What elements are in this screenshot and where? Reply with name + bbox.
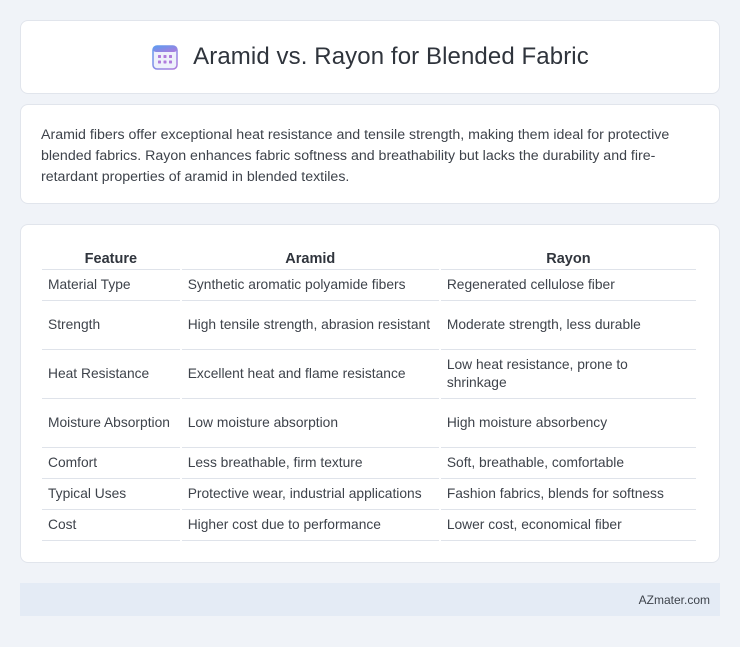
aramid-cell: Excellent heat and flame resistance xyxy=(181,350,439,399)
intro-card: Aramid fibers offer exceptional heat res… xyxy=(20,104,720,204)
intro-paragraph: Aramid fibers offer exceptional heat res… xyxy=(41,127,670,185)
aramid-cell: Less breathable, firm texture xyxy=(181,448,439,479)
rayon-cell: Soft, breathable, comfortable xyxy=(440,448,696,479)
footer-bar: AZmater.com xyxy=(20,583,720,616)
table-row: Strength High tensile strength, abrasion… xyxy=(42,301,696,350)
feature-cell: Material Type xyxy=(42,270,180,301)
feature-cell: Typical Uses xyxy=(42,479,180,510)
table-row: Moisture Absorption Low moisture absorpt… xyxy=(42,399,696,448)
rayon-cell: Regenerated cellulose fiber xyxy=(440,270,696,301)
feature-cell: Comfort xyxy=(42,448,180,479)
rayon-cell: Moderate strength, less durable xyxy=(440,301,696,350)
title-card: Aramid vs. Rayon for Blended Fabric xyxy=(20,20,720,94)
aramid-cell: High tensile strength, abrasion resistan… xyxy=(181,301,439,350)
title-wrap: Aramid vs. Rayon for Blended Fabric xyxy=(151,43,589,71)
rayon-cell: Lower cost, economical fiber xyxy=(440,510,696,541)
rayon-cell: Fashion fabrics, blends for softness xyxy=(440,479,696,510)
rayon-cell: Low heat resistance, prone to shrinkage xyxy=(440,350,696,399)
aramid-cell: Higher cost due to performance xyxy=(181,510,439,541)
footer-brand[interactable]: AZmater.com xyxy=(639,593,710,607)
calendar-grid-icon xyxy=(152,45,178,70)
feature-cell: Heat Resistance xyxy=(42,350,180,399)
rayon-cell: High moisture absorbency xyxy=(440,399,696,448)
table-row: Material Type Synthetic aromatic polyami… xyxy=(42,270,696,301)
header-feature: Feature xyxy=(42,243,180,270)
aramid-cell: Synthetic aromatic polyamide fibers xyxy=(181,270,439,301)
feature-cell: Cost xyxy=(42,510,180,541)
aramid-cell: Low moisture absorption xyxy=(181,399,439,448)
feature-cell: Strength xyxy=(42,301,180,350)
header-rayon: Rayon xyxy=(440,243,696,270)
table-row: Typical Uses Protective wear, industrial… xyxy=(42,479,696,510)
page-title: Aramid vs. Rayon for Blended Fabric xyxy=(193,43,589,70)
table-row: Cost Higher cost due to performance Lowe… xyxy=(42,510,696,541)
comparison-table: Feature Aramid Rayon Material Type Synth… xyxy=(40,243,698,541)
table-header-row: Feature Aramid Rayon xyxy=(42,243,696,270)
comparison-card: Feature Aramid Rayon Material Type Synth… xyxy=(20,224,720,563)
table-row: Heat Resistance Excellent heat and flame… xyxy=(42,350,696,399)
table-row: Comfort Less breathable, firm texture So… xyxy=(42,448,696,479)
header-aramid: Aramid xyxy=(181,243,439,270)
aramid-cell: Protective wear, industrial applications xyxy=(181,479,439,510)
feature-cell: Moisture Absorption xyxy=(42,399,180,448)
